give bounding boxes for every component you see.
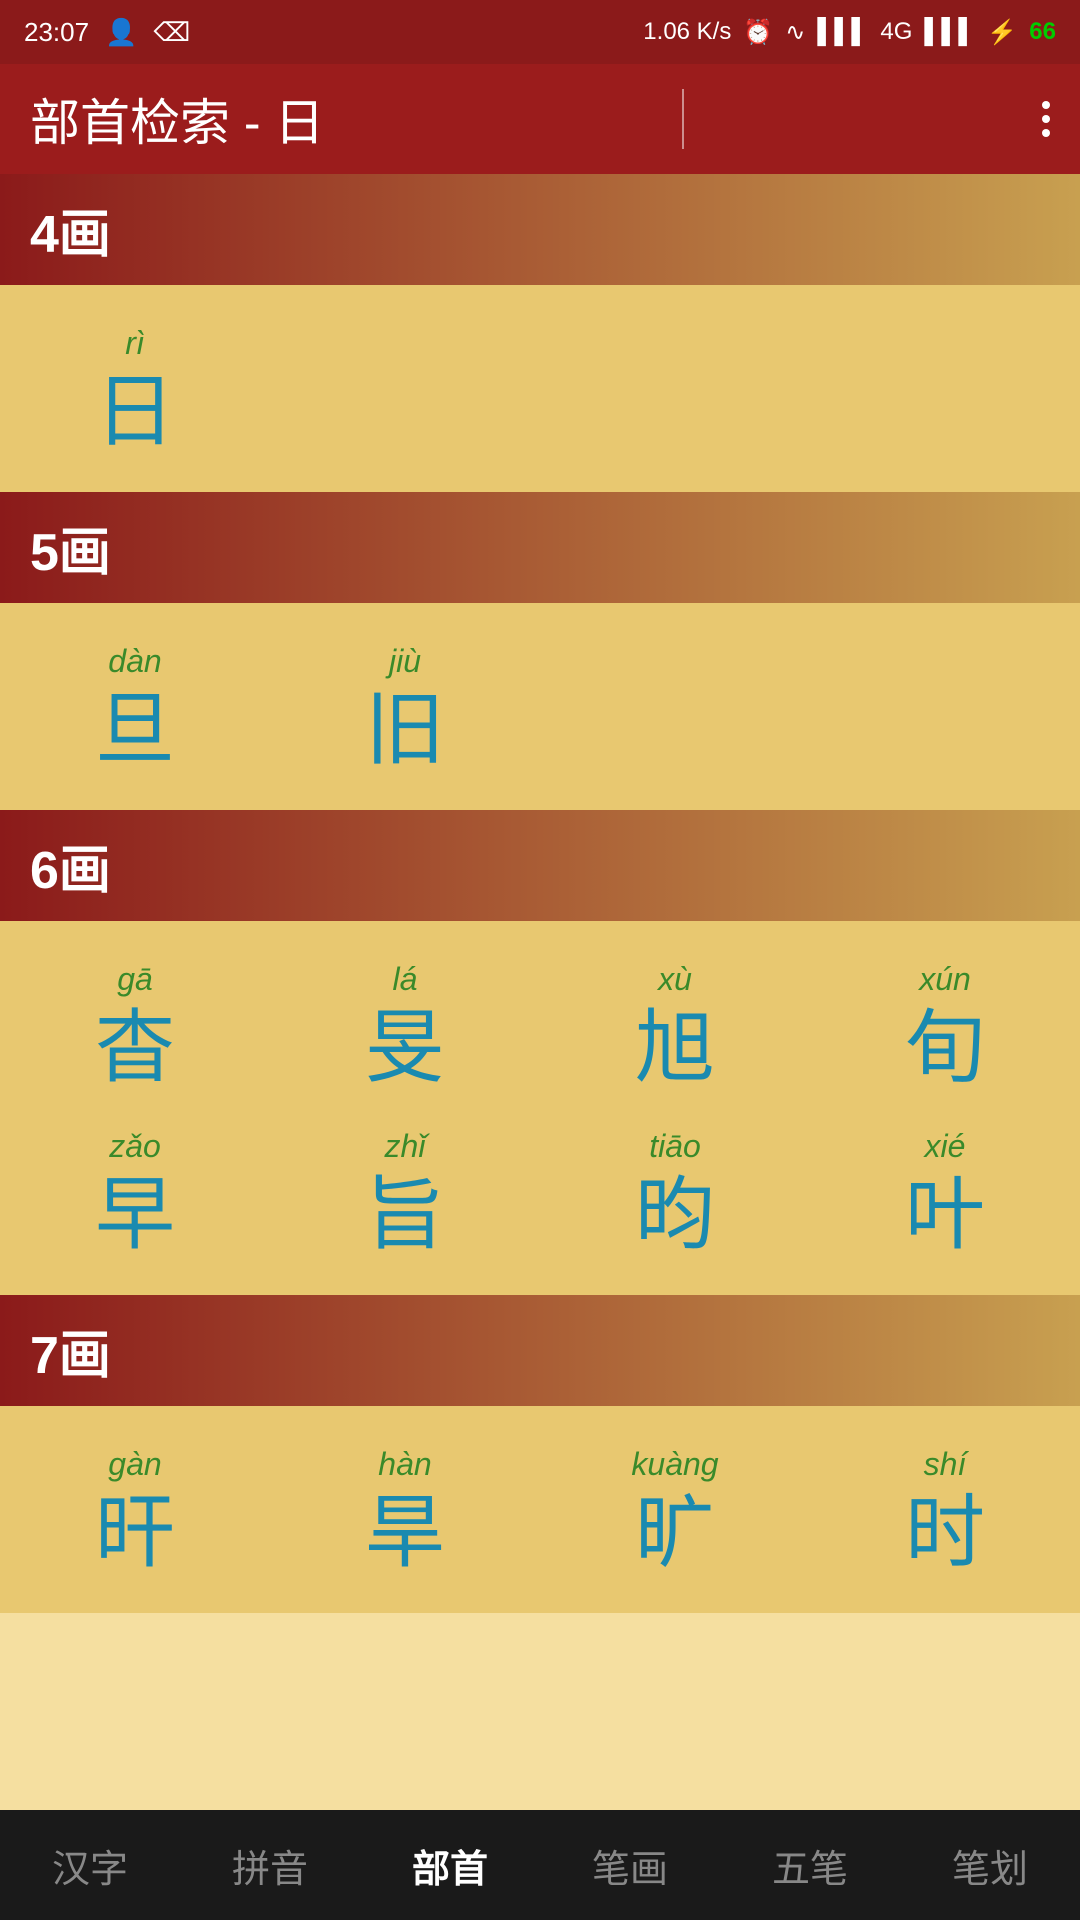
char-pinyin: hàn <box>378 1446 431 1483</box>
section-header-4hua: 4画 <box>0 174 1080 285</box>
section-7hua: 7画 gàn 旰 hàn 旱 kuàng 旷 shí 时 <box>0 1295 1080 1613</box>
char-hanzi[interactable]: 旬 <box>905 1008 985 1088</box>
status-speed: 1.06 K/s <box>643 18 731 46</box>
char-item[interactable]: zhǐ 旨 <box>270 1108 540 1275</box>
char-pinyin: kuàng <box>631 1446 718 1483</box>
char-item[interactable]: tiāo 昀 <box>540 1108 810 1275</box>
section-5hua: 5画 dàn 旦 jiù 旧 <box>0 492 1080 810</box>
char-hanzi[interactable]: 叶 <box>905 1175 985 1255</box>
char-grid-7hua: gàn 旰 hàn 旱 kuàng 旷 shí 时 <box>0 1406 1080 1613</box>
section-header-7hua: 7画 <box>0 1295 1080 1406</box>
char-pinyin: rì <box>125 325 145 362</box>
app-bar-divider <box>682 89 684 149</box>
status-person-icon: 👤 <box>105 17 137 48</box>
nav-item-汉字[interactable]: 汉字 <box>32 1828 148 1903</box>
char-pinyin: lá <box>393 961 418 998</box>
nav-item-部首[interactable]: 部首 <box>392 1828 508 1903</box>
status-signal2-icon: ▌▌▌ <box>924 18 975 46</box>
char-pinyin: zǎo <box>109 1128 161 1165</box>
char-hanzi[interactable]: 杳 <box>95 1008 175 1088</box>
status-right: 1.06 K/s ⏰ ∿ ▌▌▌ 4G ▌▌▌ ⚡ 66 <box>643 18 1056 47</box>
char-pinyin: shí <box>924 1446 967 1483</box>
main-content: 4画rì日5画dàn旦jiù旧6画gā杳lá旻xù旭xún旬zǎo早zhǐ旨ti… <box>0 174 1080 1613</box>
char-hanzi[interactable]: 旰 <box>95 1493 175 1573</box>
nav-item-五笔[interactable]: 五笔 <box>752 1828 868 1903</box>
app-bar: 部首检索 - 日 <box>0 64 1080 174</box>
char-item[interactable]: rì 日 <box>0 305 270 472</box>
menu-dot-3 <box>1042 129 1050 137</box>
char-item[interactable]: xù 旭 <box>540 941 810 1108</box>
nav-item-笔划[interactable]: 笔划 <box>932 1828 1048 1903</box>
char-pinyin: gàn <box>108 1446 161 1483</box>
section-4hua: 4画 rì 日 <box>0 174 1080 492</box>
status-bar: 23:07 👤 ⌫ 1.06 K/s ⏰ ∿ ▌▌▌ 4G ▌▌▌ ⚡ 66 <box>0 0 1080 64</box>
status-4g-icon: 4G <box>880 18 912 46</box>
char-hanzi[interactable]: 时 <box>905 1493 985 1573</box>
char-item[interactable]: jiù 旧 <box>270 623 540 790</box>
bottom-nav: 汉字拼音部首笔画五笔笔划 <box>0 1810 1080 1920</box>
char-item[interactable]: hàn 旱 <box>270 1426 540 1593</box>
app-bar-title: 部首检索 - 日 <box>30 83 324 155</box>
menu-dot-2 <box>1042 115 1050 123</box>
status-left: 23:07 👤 ⌫ <box>24 17 190 48</box>
char-pinyin: xún <box>919 961 971 998</box>
status-time: 23:07 <box>24 17 89 48</box>
app-bar-menu-button[interactable] <box>1042 101 1050 137</box>
char-pinyin: jiù <box>389 643 421 680</box>
char-pinyin: xù <box>658 961 692 998</box>
char-pinyin: tiāo <box>649 1128 701 1165</box>
char-grid-6hua: gā 杳 lá 旻 xù 旭 xún 旬 zǎo 早 zhǐ 旨 tiāo 昀 xié 叶 <box>0 921 1080 1295</box>
status-lightning-icon: ⚡ <box>987 18 1017 47</box>
section-header-6hua: 6画 <box>0 810 1080 921</box>
status-battery: 66 <box>1029 18 1056 46</box>
nav-item-拼音[interactable]: 拼音 <box>212 1828 328 1903</box>
char-item[interactable]: shí 时 <box>810 1426 1080 1593</box>
char-item[interactable]: zǎo 早 <box>0 1108 270 1275</box>
char-hanzi[interactable]: 日 <box>95 372 175 452</box>
status-wifi-icon: ∿ <box>785 18 805 47</box>
status-signal-icon: ▌▌▌ <box>817 18 868 46</box>
char-hanzi[interactable]: 早 <box>95 1175 175 1255</box>
char-item[interactable]: xún 旬 <box>810 941 1080 1108</box>
section-header-5hua: 5画 <box>0 492 1080 603</box>
menu-dot-1 <box>1042 101 1050 109</box>
char-hanzi[interactable]: 旨 <box>365 1175 445 1255</box>
char-hanzi[interactable]: 旻 <box>365 1008 445 1088</box>
status-alarm-icon: ⏰ <box>743 18 773 47</box>
status-usb-icon: ⌫ <box>153 17 190 48</box>
char-hanzi[interactable]: 旷 <box>635 1493 715 1573</box>
char-grid-5hua: dàn 旦 jiù 旧 <box>0 603 1080 810</box>
char-hanzi[interactable]: 旦 <box>95 690 175 770</box>
char-pinyin: xié <box>925 1128 966 1165</box>
char-pinyin: gā <box>117 961 153 998</box>
char-hanzi[interactable]: 旱 <box>365 1493 445 1573</box>
char-hanzi[interactable]: 旧 <box>365 690 445 770</box>
char-pinyin: dàn <box>108 643 161 680</box>
char-item[interactable]: dàn 旦 <box>0 623 270 790</box>
char-pinyin: zhǐ <box>385 1128 426 1165</box>
char-item[interactable]: gā 杳 <box>0 941 270 1108</box>
char-item[interactable]: gàn 旰 <box>0 1426 270 1593</box>
nav-item-笔画[interactable]: 笔画 <box>572 1828 688 1903</box>
char-item[interactable]: xié 叶 <box>810 1108 1080 1275</box>
char-hanzi[interactable]: 昀 <box>635 1175 715 1255</box>
char-item[interactable]: kuàng 旷 <box>540 1426 810 1593</box>
char-grid-4hua: rì 日 <box>0 285 1080 492</box>
char-item[interactable]: lá 旻 <box>270 941 540 1108</box>
section-6hua: 6画 gā 杳 lá 旻 xù 旭 xún 旬 zǎo 早 zhǐ 旨 tiāo 昀 xié 叶 <box>0 810 1080 1295</box>
char-hanzi[interactable]: 旭 <box>635 1008 715 1088</box>
